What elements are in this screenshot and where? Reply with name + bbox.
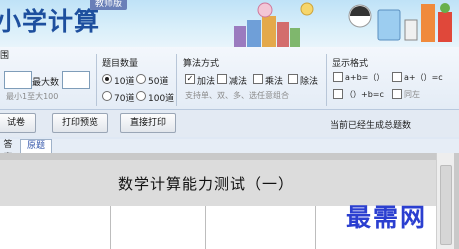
format-2-label: a+（）=c [404, 73, 443, 82]
count-100-label: 100道 [148, 94, 175, 104]
subtraction-checkbox[interactable] [217, 74, 227, 84]
max-number-label: 最大数 [32, 78, 60, 88]
count-10-label: 10道 [114, 77, 135, 87]
division-label: 除法 [300, 77, 319, 87]
divider [96, 54, 97, 106]
format-4-checkbox[interactable] [392, 89, 402, 99]
count-70-label: 70道 [114, 94, 135, 104]
format-1-label: a+b=（） [345, 73, 385, 82]
grid-line [315, 206, 316, 249]
method-group-title: 算法方式 [183, 59, 220, 69]
display-group-title: 显示格式 [332, 59, 369, 69]
app-title: 小学计算 [0, 7, 101, 36]
count-50-label: 50道 [148, 77, 169, 87]
min-number-field[interactable] [4, 71, 32, 89]
banner-illustration [234, 2, 452, 47]
range-group-title: 围 [0, 51, 10, 61]
print-preview-button[interactable]: 打印预览 [52, 113, 108, 133]
subtraction-label: 减法 [229, 77, 248, 87]
toolbar: 试卷 打印预览 直接打印 当前已经生成总题数 [0, 110, 459, 137]
settings-panel: 围 最大数 最小1至大100 题目数量 10道 50道 70道 100道 算法方… [0, 47, 459, 110]
app-banner: 小学计算 教师版 [0, 0, 459, 47]
divider [176, 54, 177, 106]
range-hint: 最小1至大100 [6, 92, 59, 101]
generated-count-status: 当前已经生成总题数 [330, 121, 412, 131]
format-1-checkbox[interactable] [333, 72, 343, 82]
format-2-checkbox[interactable] [392, 72, 402, 82]
watermark: 最需网 [346, 203, 428, 232]
format-4-label: 同左 [404, 90, 420, 99]
scrollbar-thumb[interactable] [440, 165, 452, 245]
format-3-checkbox[interactable] [333, 89, 343, 99]
addition-checkbox[interactable]: ✓ [185, 74, 195, 84]
count-50-radio[interactable] [136, 74, 146, 84]
count-100-radio[interactable] [136, 91, 146, 101]
count-group-title: 题目数量 [102, 59, 139, 69]
divider [326, 54, 327, 106]
tab-strip: 答案 原题 [0, 139, 459, 163]
direct-print-button[interactable]: 直接打印 [120, 113, 176, 133]
count-70-radio[interactable] [102, 91, 112, 101]
format-3-label: （）+b=c [345, 90, 384, 99]
tab-original[interactable]: 原题 [20, 139, 52, 153]
grid-line [205, 206, 206, 249]
grid-line [110, 206, 111, 249]
method-hint: 支持单、双、多、选任意组合 [185, 91, 289, 100]
multiplication-checkbox[interactable] [253, 74, 263, 84]
max-number-field[interactable] [62, 71, 90, 89]
count-10-radio[interactable] [102, 74, 112, 84]
test-heading: 数学计算能力测试（一） [118, 175, 295, 193]
multiplication-label: 乘法 [265, 77, 284, 87]
tab-answers[interactable]: 答案 [0, 139, 16, 163]
generate-test-button[interactable]: 试卷 [0, 113, 36, 133]
division-checkbox[interactable] [288, 74, 298, 84]
vertical-scrollbar[interactable] [436, 153, 454, 249]
edition-badge: 教师版 [90, 0, 128, 10]
addition-label: 加法 [197, 77, 216, 87]
